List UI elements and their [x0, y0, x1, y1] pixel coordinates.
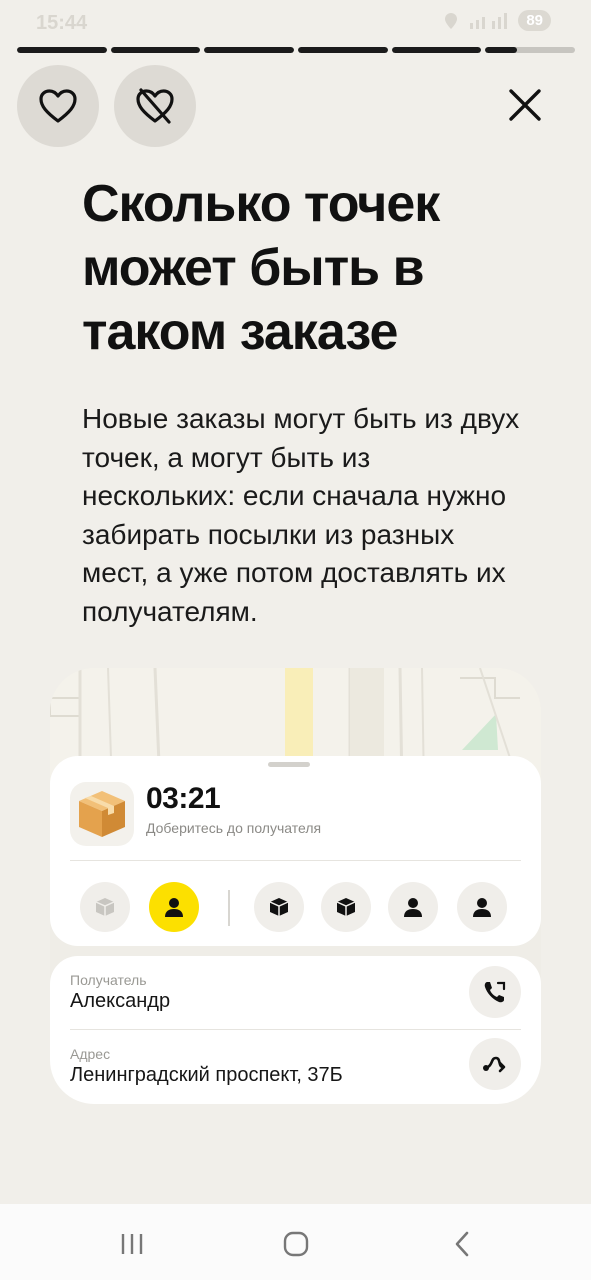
progress-segment [110, 47, 201, 53]
recipient-name: Александр [70, 990, 171, 1012]
stop-pickup[interactable] [321, 882, 371, 932]
order-timer: 03:21 [146, 782, 221, 815]
divider [70, 860, 521, 861]
close-icon [509, 89, 541, 121]
status-time: 15:44 [36, 12, 88, 34]
package-icon [269, 898, 289, 916]
signal-icon [470, 12, 508, 29]
address-value: Ленинградский проспект, 37Б [70, 1064, 343, 1086]
home-button[interactable] [266, 1224, 326, 1264]
package-icon [336, 898, 356, 916]
dislike-button[interactable] [114, 65, 196, 147]
story-progress [17, 47, 576, 53]
address-label: Адрес [70, 1046, 111, 1062]
back-button[interactable] [432, 1224, 492, 1264]
person-icon [473, 898, 491, 917]
progress-segment [391, 47, 482, 53]
heart-icon [39, 89, 77, 123]
call-button[interactable] [469, 966, 521, 1018]
home-icon [283, 1231, 309, 1257]
person-icon [165, 898, 183, 917]
system-navigation-bar [0, 1204, 591, 1280]
heart-crossed-icon [136, 88, 174, 124]
stop-recipient[interactable] [457, 882, 507, 932]
story-description: Новые заказы могут быть из двух точек, а… [82, 403, 520, 627]
divider [70, 1029, 521, 1030]
person-icon [404, 898, 422, 917]
close-button[interactable] [500, 80, 550, 130]
story-title: Сколько точек может быть в таком заказе [82, 175, 440, 361]
stop-recipient[interactable] [388, 882, 438, 932]
progress-segment [298, 47, 388, 53]
battery-icon: 89 [518, 10, 551, 31]
progress-segment-current [485, 47, 576, 53]
recipient-card: Получатель Александр Адрес Ленинградский… [50, 956, 541, 1104]
route-button[interactable] [469, 1038, 521, 1090]
recent-apps-button[interactable] [102, 1224, 162, 1264]
stop-pickup[interactable] [254, 882, 304, 932]
back-icon [455, 1231, 469, 1257]
app-illustration: 03:21 Доберитесь до получателя Получател… [50, 668, 541, 1104]
location-icon [445, 12, 458, 29]
recipient-label: Получатель [70, 972, 147, 988]
progress-segment [204, 47, 295, 53]
status-icons: 89 [444, 10, 551, 31]
like-button[interactable] [17, 65, 99, 147]
recent-apps-icon [121, 1234, 143, 1254]
parcel-icon [70, 782, 134, 846]
stop-recipient-active[interactable] [149, 882, 199, 932]
order-timer-subtitle: Доберитесь до получателя [146, 820, 322, 836]
route-icon [483, 1056, 506, 1073]
stop-pickup-done[interactable] [80, 882, 130, 932]
drag-handle[interactable] [268, 762, 310, 767]
package-icon [95, 898, 115, 916]
order-card: 03:21 Доберитесь до получателя [50, 756, 541, 946]
stops-separator [228, 890, 230, 926]
phone-icon [484, 981, 506, 1003]
progress-segment [17, 47, 107, 53]
status-bar: 15:44 89 [0, 0, 591, 40]
